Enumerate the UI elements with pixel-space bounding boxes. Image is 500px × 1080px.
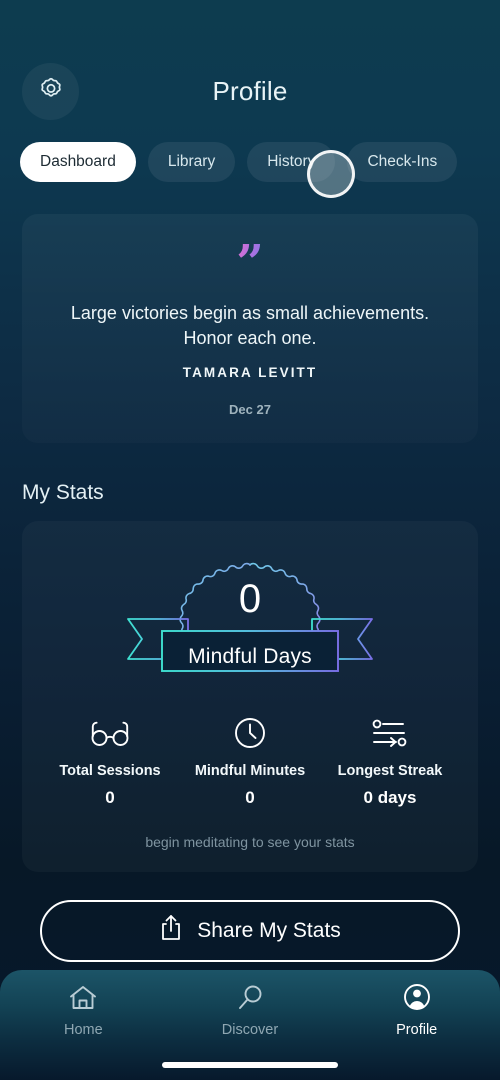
page-title: Profile <box>212 76 288 106</box>
nav-item-profile[interactable]: Profile <box>333 984 500 1038</box>
stat-total-sessions: Total Sessions 0 <box>40 713 180 808</box>
stats-card: 0 Mindful Days Total Sessions 0 Mindful … <box>22 521 478 872</box>
home-indicator <box>162 1062 338 1068</box>
tab-history-label: History <box>267 153 316 170</box>
stat-total-sessions-label: Total Sessions <box>59 762 161 779</box>
stat-longest-streak-value: 0 days <box>363 787 417 807</box>
bottom-navigation: Home Discover Profile <box>0 970 500 1080</box>
search-icon <box>235 984 265 1017</box>
profile-avatar-icon <box>402 984 432 1017</box>
stat-mindful-minutes-value: 0 <box>245 787 255 807</box>
my-stats-heading: My Stats <box>22 480 104 504</box>
stat-total-sessions-value: 0 <box>105 787 115 807</box>
quote-date: Dec 27 <box>229 401 271 417</box>
mindful-days-count: 0 <box>238 576 262 621</box>
tab-history[interactable]: History <box>247 142 336 182</box>
glasses-icon <box>40 713 180 753</box>
app-header: Profile <box>0 0 500 140</box>
share-my-stats-label: Share My Stats <box>197 918 341 942</box>
nav-item-discover[interactable]: Discover <box>167 984 334 1038</box>
home-icon <box>68 984 98 1017</box>
tab-library-label: Library <box>167 153 216 170</box>
nav-item-discover-label: Discover <box>221 1022 279 1038</box>
tab-dashboard-label: Dashboard <box>40 153 116 170</box>
stat-mindful-minutes: Mindful Minutes 0 <box>180 713 320 808</box>
mindful-days-badge: 0 Mindful Days <box>40 547 460 697</box>
stats-empty-hint: begin meditating to see your stats <box>145 833 355 850</box>
clock-icon <box>180 713 320 753</box>
stat-longest-streak: Longest Streak 0 days <box>320 713 460 808</box>
profile-screen: Profile Dashboard Library History Check-… <box>0 0 500 1080</box>
quote-text: Large victories begin as small achieveme… <box>70 303 430 349</box>
tab-check-ins-label: Check-Ins <box>367 153 438 170</box>
nav-item-home[interactable]: Home <box>0 984 167 1038</box>
badge-ribbon-graphic <box>127 562 373 672</box>
quote-author: TAMARA LEVITT <box>182 364 318 380</box>
share-my-stats-button[interactable]: Share My Stats <box>40 899 460 962</box>
quote-mark-icon: ” <box>236 235 264 291</box>
stats-row: Total Sessions 0 Mindful Minutes 0 Longe… <box>40 713 460 808</box>
profile-tabs: Dashboard Library History Check-Ins <box>0 142 500 182</box>
streak-icon <box>320 713 460 753</box>
mindful-days-label: Mindful Days <box>188 644 312 668</box>
stat-mindful-minutes-label: Mindful Minutes <box>194 762 306 779</box>
tab-check-ins[interactable]: Check-Ins <box>347 142 458 182</box>
share-icon <box>159 914 183 947</box>
tab-library[interactable]: Library <box>147 142 236 182</box>
nav-item-home-label: Home <box>63 1022 103 1038</box>
nav-item-profile-label: Profile <box>396 1022 438 1038</box>
stat-longest-streak-label: Longest Streak <box>337 762 443 779</box>
tab-dashboard[interactable]: Dashboard <box>20 142 136 182</box>
daily-quote-card[interactable]: ” Large victories begin as small achieve… <box>22 214 478 443</box>
